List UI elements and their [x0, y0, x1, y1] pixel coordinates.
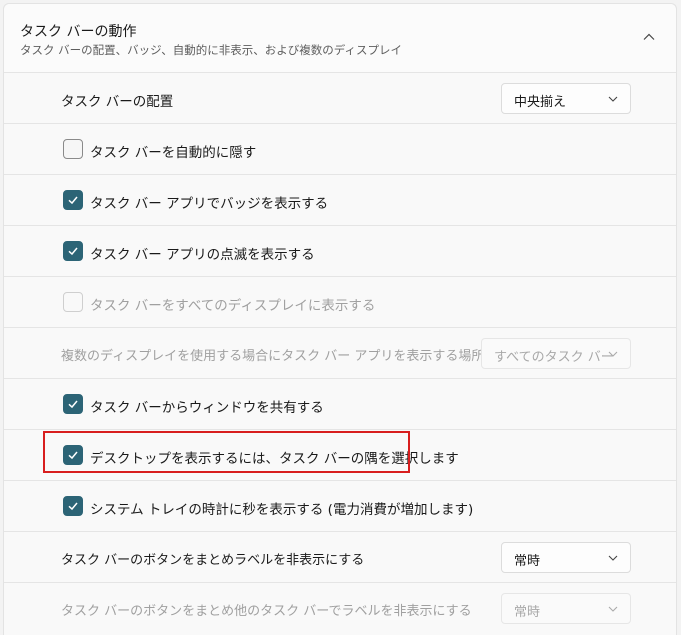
- auto-hide-checkbox[interactable]: [63, 139, 83, 159]
- taskbar-alignment-row: タスク バーの配置 中央揃え: [4, 73, 676, 124]
- all-displays-label: タスク バーをすべてのディスプレイに表示する: [90, 298, 376, 314]
- seconds-clock-row: システム トレイの時計に秒を表示する (電力消費が増加します): [4, 481, 676, 532]
- chevron-down-icon: [608, 351, 618, 357]
- share-window-row: タスク バーからウィンドウを共有する: [4, 379, 676, 430]
- taskbar-alignment-label: タスク バーの配置: [61, 94, 174, 110]
- multi-display-location-row: 複数のディスプレイを使用する場合にタスク バー アプリを表示する場所 すべてのタ…: [4, 328, 676, 379]
- badges-checkbox[interactable]: [63, 190, 83, 210]
- dropdown-value: 常時: [514, 554, 541, 569]
- section-title: タスク バーの動作: [20, 24, 137, 40]
- taskbar-alignment-dropdown[interactable]: 中央揃え: [501, 83, 631, 114]
- combine-other-dropdown[interactable]: 常時: [501, 593, 631, 624]
- combine-other-row: タスク バーのボタンをまとめ他のタスク バーでラベルを非表示にする 常時: [4, 583, 676, 634]
- checkmark-icon: [68, 196, 78, 205]
- checkmark-icon: [68, 247, 78, 256]
- dropdown-value: 中央揃え: [514, 95, 567, 110]
- combine-buttons-dropdown[interactable]: 常時: [501, 542, 631, 573]
- auto-hide-row: タスク バーを自動的に隠す: [4, 124, 676, 175]
- chevron-down-icon: [608, 555, 618, 561]
- checkmark-icon: [68, 502, 78, 511]
- checkmark-icon: [68, 400, 78, 409]
- flashing-label[interactable]: タスク バー アプリの点滅を表示する: [90, 243, 315, 263]
- multi-display-location-label: 複数のディスプレイを使用する場合にタスク バー アプリを表示する場所: [61, 349, 485, 364]
- dropdown-value: すべてのタスク バー: [494, 350, 614, 365]
- section-subtitle: タスク バーの配置、バッジ、自動的に非表示、および複数のディスプレイ: [20, 43, 403, 57]
- all-displays-checkbox[interactable]: [63, 292, 83, 312]
- taskbar-behaviors-header[interactable]: タスク バーの動作 タスク バーの配置、バッジ、自動的に非表示、および複数のディ…: [4, 4, 676, 73]
- combine-buttons-label: タスク バーのボタンをまとめラベルを非表示にする: [61, 553, 365, 568]
- seconds-clock-checkbox[interactable]: [63, 496, 83, 516]
- multi-display-location-dropdown[interactable]: すべてのタスク バー: [481, 338, 631, 369]
- dropdown-value: 常時: [514, 605, 541, 620]
- share-window-checkbox[interactable]: [63, 394, 83, 414]
- share-window-label[interactable]: タスク バーからウィンドウを共有する: [90, 396, 324, 416]
- chevron-down-icon: [608, 96, 618, 102]
- seconds-clock-label[interactable]: システム トレイの時計に秒を表示する (電力消費が増加します): [90, 498, 473, 518]
- all-displays-row: タスク バーをすべてのディスプレイに表示する: [4, 277, 676, 328]
- taskbar-behaviors-panel: タスク バーの動作 タスク バーの配置、バッジ、自動的に非表示、および複数のディ…: [3, 3, 677, 635]
- chevron-up-icon[interactable]: [642, 30, 656, 44]
- highlight-box: [43, 431, 410, 473]
- combine-other-label: タスク バーのボタンをまとめ他のタスク バーでラベルを非表示にする: [61, 604, 472, 619]
- flashing-row: タスク バー アプリの点滅を表示する: [4, 226, 676, 277]
- badges-row: タスク バー アプリでバッジを表示する: [4, 175, 676, 226]
- chevron-down-icon: [608, 606, 618, 612]
- badges-label[interactable]: タスク バー アプリでバッジを表示する: [90, 192, 328, 212]
- flashing-checkbox[interactable]: [63, 241, 83, 261]
- combine-buttons-row: タスク バーのボタンをまとめラベルを非表示にする 常時: [4, 532, 676, 583]
- auto-hide-label[interactable]: タスク バーを自動的に隠す: [90, 141, 256, 161]
